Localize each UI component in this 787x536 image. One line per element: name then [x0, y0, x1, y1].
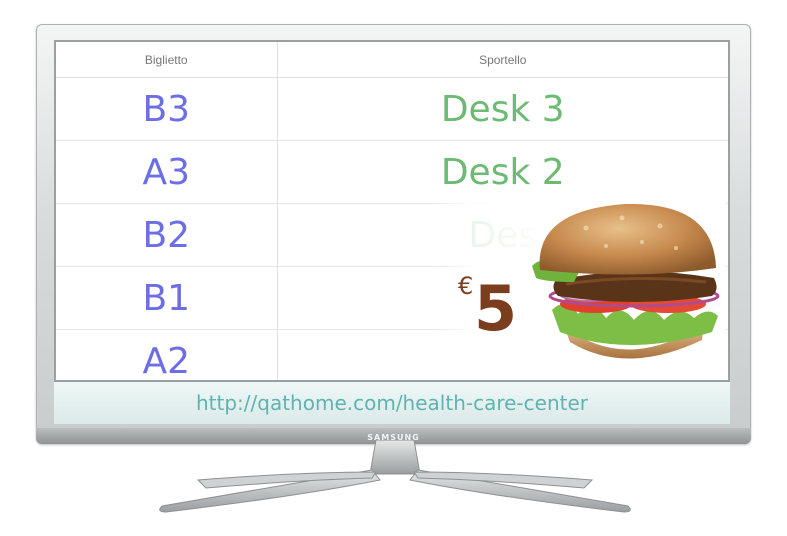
tv-display: Biglietto Sportello B3 Desk 3 A3 Desk 2 … [36, 24, 751, 444]
tv-brand-logo: SAMSUNG [367, 433, 420, 442]
header-ticket: Biglietto [56, 42, 278, 78]
tv-stand [159, 440, 631, 513]
ticket-number: A2 [56, 329, 278, 380]
header-desk: Sportello [277, 42, 728, 78]
burger-ad[interactable]: € 5 [434, 192, 726, 380]
url-bar[interactable]: http://qathome.com/health-care-center [54, 382, 730, 424]
queue-header-row: Biglietto Sportello [56, 42, 728, 78]
burger-icon [532, 203, 720, 359]
ticket-number: A3 [56, 140, 278, 204]
ticket-number: B2 [56, 203, 278, 267]
price-value: 5 [474, 272, 518, 345]
queue-screen: Biglietto Sportello B3 Desk 3 A3 Desk 2 … [54, 40, 730, 382]
desk-name: Desk 3 [277, 77, 728, 141]
ticket-number: B1 [56, 266, 278, 330]
table-row: B3 Desk 3 [56, 77, 728, 141]
ticket-number: B3 [56, 77, 278, 141]
currency-symbol: € [458, 272, 474, 300]
